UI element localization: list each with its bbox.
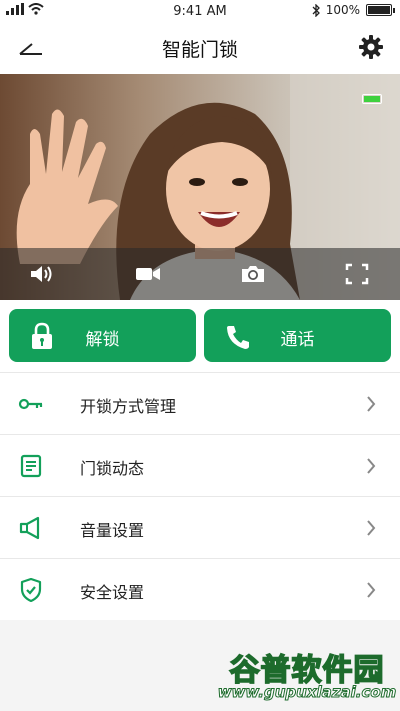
settings-menu: 开锁方式管理 门锁动态 音量设置 安全设置 — [0, 372, 400, 620]
status-bar: 9:41 AM 100% — [0, 0, 400, 22]
menu-item-label: 音量设置 — [80, 521, 145, 540]
video-camera-icon[interactable] — [135, 262, 161, 286]
camera-battery-icon — [362, 94, 382, 104]
battery-percent: 100% — [325, 3, 360, 17]
shield-check-icon — [20, 578, 42, 602]
battery-icon — [366, 4, 395, 16]
call-button[interactable]: 通话 — [204, 309, 391, 362]
page-title: 智能门锁 — [161, 39, 238, 61]
chevron-right-icon — [367, 396, 376, 412]
unlock-button[interactable]: 解锁 — [9, 309, 196, 362]
chevron-right-icon — [367, 582, 376, 598]
speaker-outline-icon — [19, 516, 40, 540]
watermark-logo: 谷普软件园 www.gupuxlazai.com — [217, 645, 397, 707]
video-feed[interactable] — [0, 74, 400, 300]
document-icon — [20, 454, 42, 478]
call-label: 通话 — [280, 330, 315, 350]
bluetooth-icon — [312, 3, 320, 17]
menu-item-unlock-methods[interactable]: 开锁方式管理 — [0, 372, 400, 434]
menu-item-lock-activity[interactable]: 门锁动态 — [0, 434, 400, 496]
camera-icon[interactable] — [240, 262, 266, 286]
menu-item-label: 门锁动态 — [80, 459, 145, 478]
chevron-right-icon — [367, 520, 376, 536]
nav-bar: 智能门锁 — [0, 22, 400, 74]
chevron-right-icon — [367, 458, 376, 474]
watermark-url: www.gupuxlazai.com — [217, 683, 397, 702]
menu-item-security-settings[interactable]: 安全设置 — [0, 558, 400, 620]
video-controls — [0, 248, 400, 300]
speaker-icon[interactable] — [28, 262, 54, 286]
key-icon — [18, 398, 43, 410]
menu-item-label: 安全设置 — [80, 583, 145, 602]
fullscreen-icon[interactable] — [344, 262, 370, 286]
unlock-label: 解锁 — [85, 330, 120, 350]
gear-icon[interactable] — [358, 34, 384, 60]
status-right: 100% — [312, 3, 395, 17]
action-buttons: 解锁 通话 — [0, 300, 400, 372]
menu-item-label: 开锁方式管理 — [80, 397, 177, 416]
menu-item-volume-settings[interactable]: 音量设置 — [0, 496, 400, 558]
